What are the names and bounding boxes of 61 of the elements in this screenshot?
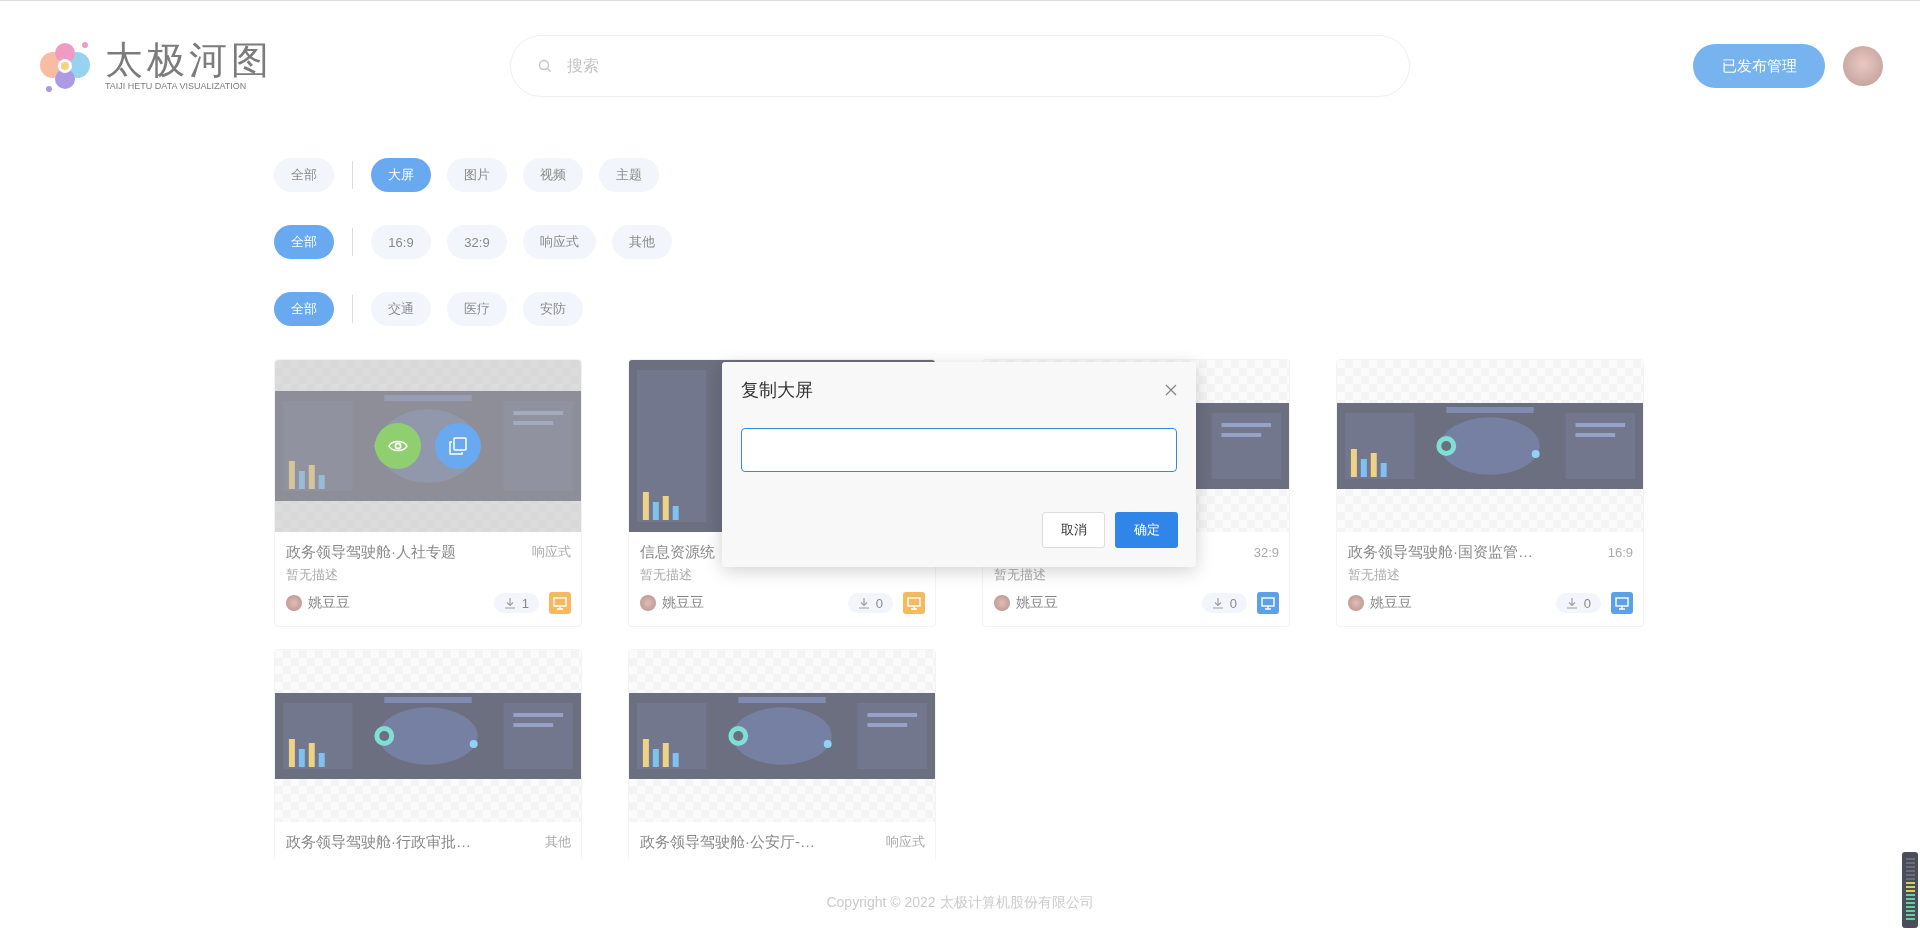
- filter-tag[interactable]: 16:9: [371, 225, 431, 259]
- author-name: 姚豆豆: [662, 594, 704, 612]
- ratio-label: 响应式: [886, 833, 925, 851]
- logo-title: 太极河图: [105, 41, 273, 79]
- card-title: 政务领导驾驶舱·人社专题: [286, 542, 456, 562]
- card-title: 政务领导驾驶舱·国资监管…: [1348, 542, 1533, 562]
- download-icon: [503, 597, 516, 609]
- name-input-field[interactable]: [741, 428, 1177, 472]
- author-avatar: [1348, 595, 1364, 611]
- filter-tag[interactable]: 大屏: [371, 158, 431, 192]
- confirm-button[interactable]: 确定: [1115, 512, 1178, 548]
- card-title: 信息资源统: [640, 542, 715, 562]
- eye-icon: [388, 439, 408, 453]
- filter-tag[interactable]: 全部: [274, 158, 334, 192]
- template-card[interactable]: 政务领导驾驶舱·人社专题 响应式 暂无描述 姚豆豆 1: [274, 359, 582, 627]
- author-avatar: [286, 595, 302, 611]
- filter-tag[interactable]: 安防: [523, 292, 583, 326]
- cancel-button[interactable]: 取消: [1042, 512, 1105, 548]
- search-field[interactable]: 搜索: [510, 35, 1410, 97]
- filter-tag[interactable]: 全部: [274, 292, 334, 326]
- ratio-label: 16:9: [1607, 544, 1633, 560]
- template-card[interactable]: 政务领导驾驶舱·行政审批… 其他: [274, 649, 582, 859]
- card-title: 政务领导驾驶舱·行政审批…: [286, 832, 471, 852]
- filter-tag[interactable]: 32:9: [447, 225, 507, 259]
- author-name: 姚豆豆: [1370, 594, 1412, 612]
- card-description: 暂无描述: [994, 567, 1046, 582]
- author-avatar: [994, 595, 1010, 611]
- download-count: 0: [1555, 593, 1601, 613]
- author-avatar: [640, 595, 656, 611]
- ratio-label: 其他: [545, 833, 571, 851]
- user-avatar[interactable]: [1843, 46, 1883, 86]
- search-icon: [538, 59, 552, 73]
- filter-tag[interactable]: 医疗: [447, 292, 507, 326]
- template-card[interactable]: 政务领导驾驶舱·国资监管… 16:9 暂无描述 姚豆豆 0: [1336, 359, 1644, 627]
- ratio-label: 32:9: [1253, 544, 1279, 560]
- card-description: 暂无描述: [640, 567, 692, 582]
- card-title: 政务领导驾驶舱·公安厅-…: [640, 832, 815, 852]
- logo-subtitle: TAIJI HETU DATA VISUALIZATION: [105, 81, 248, 91]
- filter-tag[interactable]: 图片: [447, 158, 507, 192]
- filter-tag[interactable]: 响应式: [523, 225, 596, 259]
- download-icon: [857, 597, 870, 609]
- author-name: 姚豆豆: [1016, 594, 1058, 612]
- download-count: 1: [493, 593, 539, 613]
- filter-tag[interactable]: 其他: [612, 225, 672, 259]
- download-count: 0: [1201, 593, 1247, 613]
- filter-tag[interactable]: 全部: [274, 225, 334, 259]
- template-card[interactable]: 政务领导驾驶舱·公安厅-… 响应式: [628, 649, 936, 859]
- copy-icon: [449, 437, 467, 455]
- download-icon: [1565, 597, 1578, 609]
- card-description: 暂无描述: [286, 567, 338, 582]
- download-icon: [1211, 597, 1224, 609]
- author-name: 姚豆豆: [308, 594, 350, 612]
- filter-tag[interactable]: 主题: [599, 158, 659, 192]
- filter-tag[interactable]: 视频: [523, 158, 583, 192]
- close-icon[interactable]: [1164, 383, 1178, 397]
- dialog-title: 复制大屏: [741, 379, 813, 402]
- download-count: 0: [847, 593, 893, 613]
- ratio-label: 响应式: [532, 543, 571, 561]
- card-description: 暂无描述: [1348, 567, 1400, 582]
- filter-tag[interactable]: 交通: [371, 292, 431, 326]
- published-manage-button[interactable]: 已发布管理: [1693, 44, 1825, 88]
